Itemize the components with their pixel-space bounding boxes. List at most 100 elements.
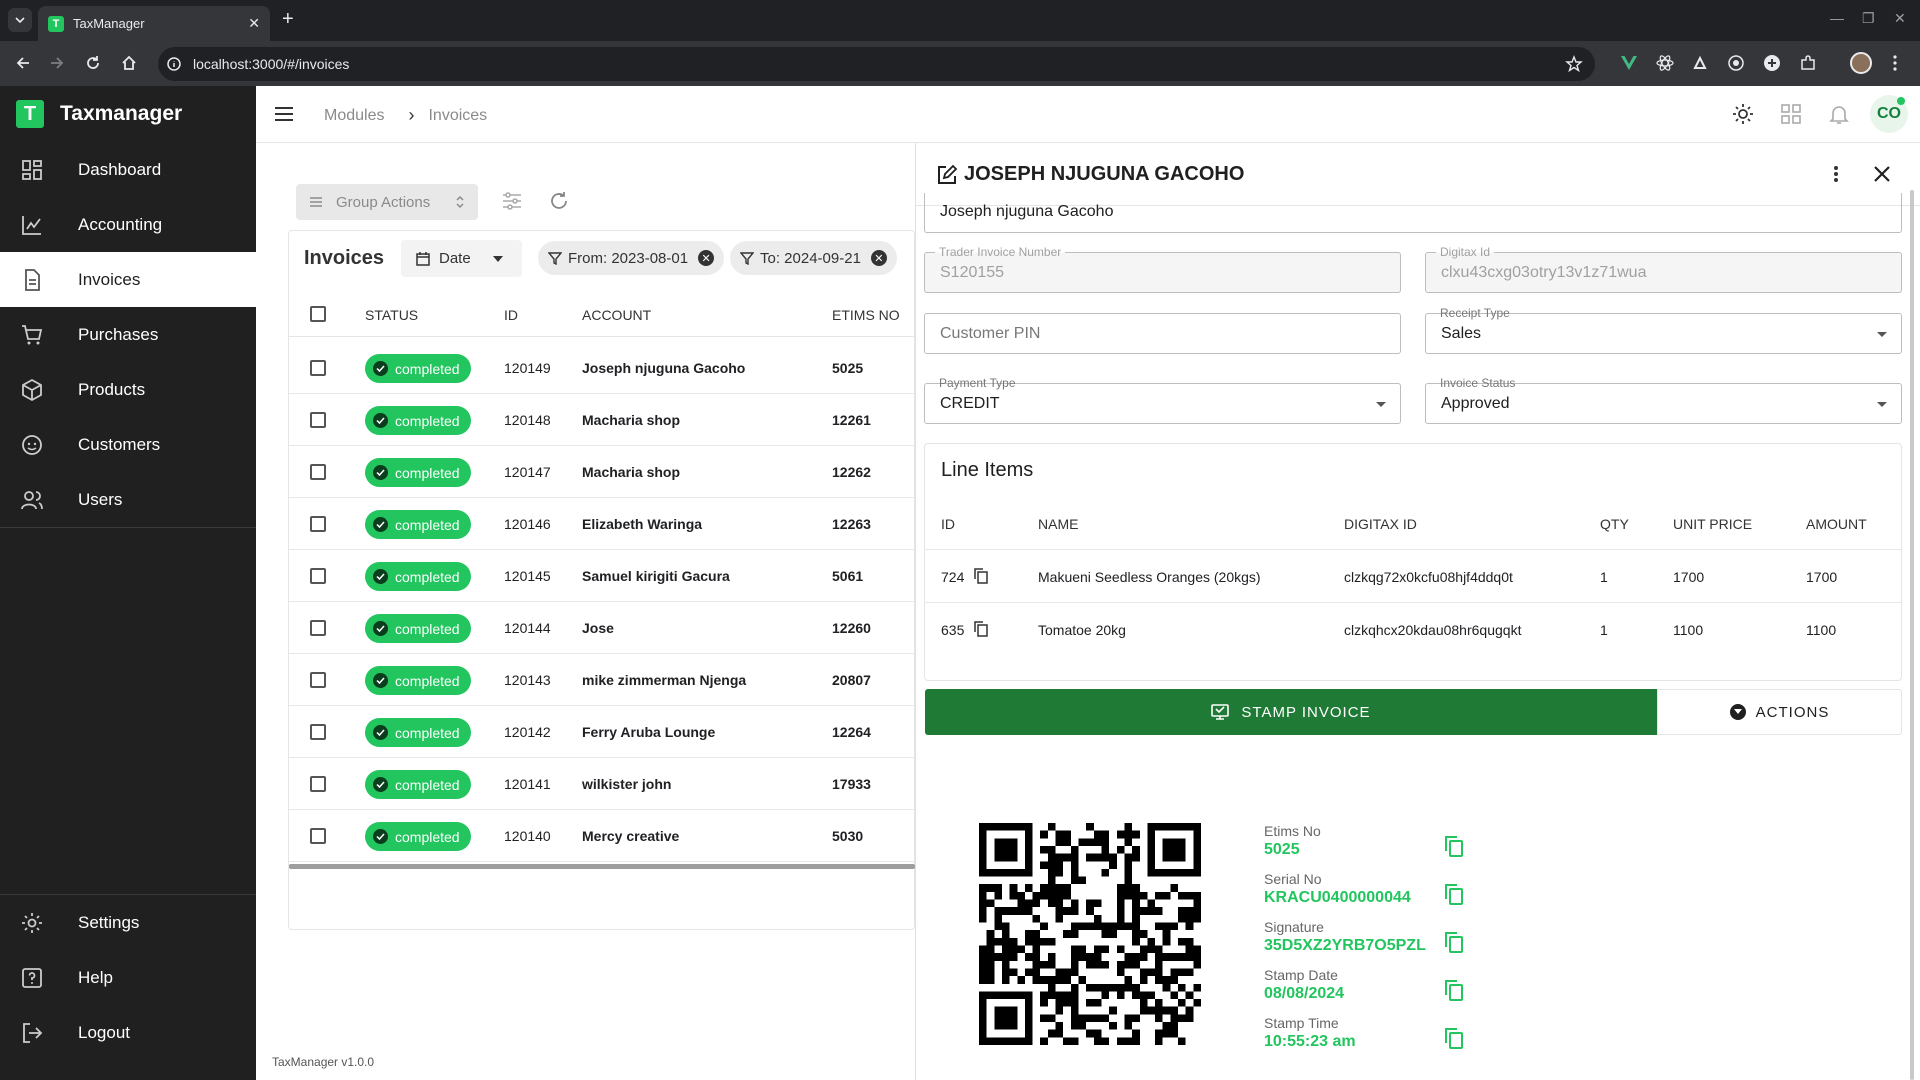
sidebar-item-accounting[interactable]: Accounting <box>0 197 256 252</box>
filter-sliders-icon[interactable] <box>501 190 523 212</box>
copy-icon[interactable] <box>1444 1027 1464 1051</box>
sidebar-item-settings[interactable]: Settings <box>0 895 256 950</box>
table-row[interactable]: completed 120144 Jose 12260 <box>289 602 915 654</box>
customer-pin-field[interactable]: Customer PIN <box>924 313 1401 354</box>
browser-menu-icon[interactable] <box>1886 54 1904 72</box>
breadcrumb-modules[interactable]: Modules <box>324 107 384 125</box>
vue-devtools-icon[interactable] <box>1620 54 1638 72</box>
column-header-account[interactable]: ACCOUNT <box>582 307 651 323</box>
copy-icon[interactable] <box>1444 835 1464 859</box>
filter-icon <box>548 252 562 265</box>
row-checkbox[interactable] <box>310 828 326 844</box>
tab-close-icon[interactable]: ✕ <box>248 15 260 32</box>
invoice-id: 120144 <box>504 620 551 636</box>
copy-icon[interactable] <box>1444 979 1464 1003</box>
row-checkbox[interactable] <box>310 620 326 636</box>
sidebar-item-invoices[interactable]: Invoices <box>0 252 256 307</box>
sidebar-item-customers[interactable]: Customers <box>0 417 256 472</box>
copy-icon[interactable] <box>973 567 989 585</box>
extensions-puzzle-icon[interactable] <box>1799 54 1817 72</box>
new-tab-button[interactable]: + <box>282 9 294 29</box>
date-sort-button[interactable]: Date <box>401 240 522 277</box>
copy-icon[interactable] <box>1444 931 1464 955</box>
filter-chip-from[interactable]: From: 2023-08-01 ✕ <box>538 241 725 275</box>
column-header-etims[interactable]: ETIMS NO <box>832 307 900 323</box>
target-extension-icon[interactable] <box>1727 54 1745 72</box>
row-checkbox[interactable] <box>310 776 326 792</box>
brand-name: Taxmanager <box>60 102 183 125</box>
brand[interactable]: T Taxmanager <box>16 100 182 128</box>
sidebar-item-products[interactable]: Products <box>0 362 256 417</box>
table-row[interactable]: completed 120149 Joseph njuguna Gacoho 5025 <box>289 342 915 394</box>
restore-icon[interactable]: ❐ <box>1862 10 1875 27</box>
account-name: Ferry Aruba Lounge <box>582 724 716 740</box>
sidebar-item-logout[interactable]: Logout <box>0 1005 256 1060</box>
column-header-id[interactable]: ID <box>504 307 518 323</box>
theme-toggle-icon[interactable] <box>1732 103 1754 125</box>
close-icon[interactable] <box>1872 164 1892 184</box>
receipt-type-select[interactable]: Receipt Type Sales <box>1425 306 1902 354</box>
sidebar-item-label: Products <box>78 379 146 399</box>
payment-type-select[interactable]: Payment Type CREDIT <box>924 376 1401 424</box>
table-row[interactable]: completed 120148 Macharia shop 12261 <box>289 394 915 446</box>
address-bar[interactable]: localhost:3000/#/invoices <box>158 47 1595 81</box>
home-icon[interactable] <box>120 54 138 72</box>
filter-chip-to[interactable]: To: 2024-09-21 ✕ <box>730 241 897 275</box>
row-checkbox[interactable] <box>310 568 326 584</box>
table-row[interactable]: completed 120146 Elizabeth Waringa 12263 <box>289 498 915 550</box>
minimize-icon[interactable]: — <box>1830 10 1844 26</box>
sidebar-item-help[interactable]: Help <box>0 950 256 1005</box>
copy-icon[interactable] <box>1444 883 1464 907</box>
edit-icon[interactable] <box>936 164 958 186</box>
table-row[interactable]: completed 120143 mike zimmerman Njenga 2080… <box>289 654 915 706</box>
copy-icon[interactable] <box>973 620 989 638</box>
row-checkbox[interactable] <box>310 724 326 740</box>
sidebar-item-dashboard[interactable]: Dashboard <box>0 142 256 197</box>
remove-filter-icon[interactable]: ✕ <box>870 250 887 266</box>
row-checkbox[interactable] <box>310 412 326 428</box>
drawer-vertical-scrollbar[interactable] <box>1910 190 1914 1080</box>
select-all-checkbox[interactable] <box>310 306 326 322</box>
refresh-icon[interactable] <box>548 190 570 212</box>
row-checkbox[interactable] <box>310 360 326 376</box>
actions-button[interactable]: ACTIONS <box>1657 689 1902 735</box>
etims-no: 5061 <box>832 568 864 584</box>
stamp-invoice-button[interactable]: STAMP INVOICE <box>925 689 1657 735</box>
row-checkbox[interactable] <box>310 672 326 688</box>
window-close-icon[interactable]: ✕ <box>1894 10 1906 27</box>
apps-grid-icon[interactable] <box>1780 103 1802 125</box>
bookmark-star-icon[interactable] <box>1565 55 1583 73</box>
react-devtools-icon[interactable] <box>1656 54 1674 72</box>
row-checkbox[interactable] <box>310 464 326 480</box>
back-icon[interactable] <box>14 54 32 72</box>
etims-no: 20807 <box>832 672 871 688</box>
customer-name-field[interactable]: Joseph njuguna Gacoho <box>924 193 1902 233</box>
table-row[interactable]: completed 120147 Macharia shop 12262 <box>289 446 915 498</box>
table-row[interactable]: completed 120142 Ferry Aruba Lounge 12264 <box>289 706 915 758</box>
browser-tab[interactable]: T TaxManager ✕ <box>38 6 270 41</box>
plus-extension-icon[interactable] <box>1763 54 1781 72</box>
remove-filter-icon[interactable]: ✕ <box>698 250 715 266</box>
group-actions-button[interactable]: Group Actions <box>296 184 478 220</box>
horizontal-scrollbar[interactable] <box>289 864 915 869</box>
breadcrumb-invoices[interactable]: Invoices <box>428 107 487 125</box>
more-vertical-icon[interactable] <box>1826 163 1846 185</box>
table-row[interactable]: completed 120141 wilkister john 17933 <box>289 758 915 810</box>
account-name: Macharia shop <box>582 464 681 480</box>
row-checkbox[interactable] <box>310 516 326 532</box>
sidebar-item-label: Settings <box>78 912 140 932</box>
column-header-status[interactable]: STATUS <box>365 307 418 323</box>
site-info-icon[interactable] <box>166 56 182 72</box>
sidebar-item-users[interactable]: Users <box>0 472 256 527</box>
table-row[interactable]: completed 120145 Samuel kirigiti Gacura 506… <box>289 550 915 602</box>
sidebar-item-purchases[interactable]: Purchases <box>0 307 256 362</box>
bell-icon[interactable] <box>1828 103 1850 125</box>
reload-icon[interactable] <box>84 54 102 72</box>
forward-icon[interactable] <box>48 54 66 72</box>
table-row[interactable]: completed 120140 Mercy creative 5030 <box>289 810 915 862</box>
tab-search-button[interactable] <box>8 8 32 32</box>
redux-extension-icon[interactable] <box>1691 54 1709 72</box>
invoice-status-select[interactable]: Invoice Status Approved <box>1425 376 1902 424</box>
browser-profile-avatar[interactable] <box>1850 52 1872 74</box>
menu-icon[interactable] <box>274 104 294 124</box>
